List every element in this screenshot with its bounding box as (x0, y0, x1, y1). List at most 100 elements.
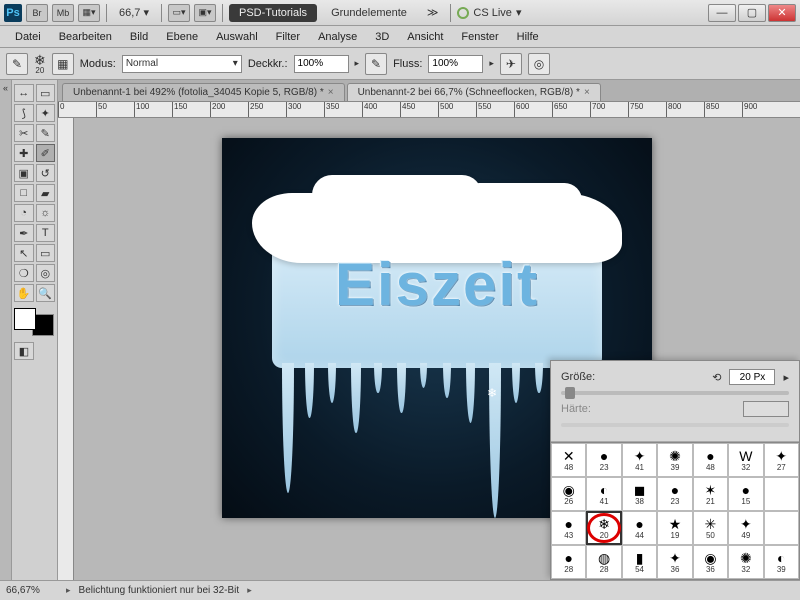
brush-preview-icon[interactable]: ❄ (34, 53, 46, 67)
menu-ansicht[interactable]: Ansicht (400, 28, 450, 46)
brush-preset-cell[interactable]: ✶21 (693, 477, 728, 511)
menu-ebene[interactable]: Ebene (159, 28, 205, 46)
hardness-slider[interactable] (561, 423, 789, 427)
brush-panel-toggle[interactable]: ▦ (52, 53, 74, 75)
flow-input[interactable] (428, 55, 483, 73)
bridge-button[interactable]: Br (26, 4, 48, 22)
lasso-tool[interactable]: ⟆ (14, 104, 34, 122)
brush-preset-cell[interactable]: ▮54 (622, 545, 657, 579)
tool-preset-icon[interactable]: ✎ (6, 53, 28, 75)
eraser-tool[interactable]: □ (14, 184, 34, 202)
type-tool[interactable]: T (36, 224, 56, 242)
heal-tool[interactable]: ✚ (14, 144, 34, 162)
3d-camera-tool[interactable]: ◎ (36, 264, 56, 282)
brush-preset-cell[interactable]: ◐39 (764, 545, 799, 579)
3d-tool[interactable]: ❍ (14, 264, 34, 282)
size-input[interactable] (729, 369, 775, 385)
hardness-input[interactable] (743, 401, 789, 417)
hand-tool[interactable]: ✋ (14, 284, 34, 302)
close-icon[interactable]: × (584, 87, 590, 98)
flyout-icon[interactable]: ▸ (783, 371, 789, 384)
move-tool[interactable]: ↔ (14, 84, 34, 102)
cs-live[interactable]: CS Live▾ (457, 6, 521, 19)
crop-tool[interactable]: ✂ (14, 124, 34, 142)
brush-preset-cell[interactable]: ●43 (551, 511, 586, 545)
reset-icon[interactable]: ⟲ (712, 371, 721, 384)
marquee-tool[interactable]: ▭ (36, 84, 56, 102)
screen-mode-button[interactable]: ▣▾ (194, 4, 216, 22)
blur-tool[interactable]: ◔ (14, 204, 34, 222)
brush-preset-cell[interactable]: ✳50 (693, 511, 728, 545)
menu-bearbeiten[interactable]: Bearbeiten (52, 28, 119, 46)
color-swatch[interactable] (14, 308, 54, 336)
panel-collapse-strip[interactable]: « (0, 80, 12, 580)
opacity-input[interactable] (294, 55, 349, 73)
brush-preset-cell[interactable]: W32 (728, 443, 763, 477)
status-arrow-icon[interactable]: ▸ (247, 585, 252, 596)
zoom-tool[interactable]: 🔍 (36, 284, 56, 302)
menu-hilfe[interactable]: Hilfe (510, 28, 546, 46)
pen-tool[interactable]: ✒ (14, 224, 34, 242)
tablet-pressure-icon[interactable]: ◎ (528, 53, 550, 75)
close-button[interactable]: ✕ (768, 4, 796, 22)
brush-preset-cell[interactable]: ❄20 (586, 511, 621, 545)
menu-bild[interactable]: Bild (123, 28, 155, 46)
maximize-button[interactable]: ▢ (738, 4, 766, 22)
path-select-tool[interactable]: ↖ (14, 244, 34, 262)
brush-preset-cell[interactable]: ●48 (693, 443, 728, 477)
menu-filter[interactable]: Filter (269, 28, 307, 46)
brush-preset-cell[interactable]: ●44 (622, 511, 657, 545)
shape-tool[interactable]: ▭ (36, 244, 56, 262)
close-icon[interactable]: × (328, 87, 334, 98)
menu-analyse[interactable]: Analyse (311, 28, 364, 46)
workspace-more[interactable]: ≫ (421, 6, 445, 19)
menu-3d[interactable]: 3D (368, 28, 396, 46)
brush-preset-cell[interactable]: ✕48 (551, 443, 586, 477)
brush-preset-cell[interactable]: ●28 (551, 545, 586, 579)
brush-preset-cell[interactable]: ★19 (657, 511, 692, 545)
history-brush-tool[interactable]: ↺ (36, 164, 56, 182)
brush-preset-cell[interactable]: ◐41 (586, 477, 621, 511)
brush-preset-cell[interactable]: ●23 (586, 443, 621, 477)
brush-tool[interactable]: ✐ (36, 144, 56, 162)
doc-tab-1[interactable]: Unbenannt-1 bei 492% (fotolia_34045 Kopi… (62, 83, 345, 101)
workspace-tab[interactable]: Grundelemente (321, 4, 417, 22)
eyedropper-tool[interactable]: ✎ (36, 124, 56, 142)
opacity-pressure-icon[interactable]: ✎ (365, 53, 387, 75)
status-zoom[interactable]: 66,67% (6, 585, 58, 596)
doc-tab-2[interactable]: Unbenannt-2 bei 66,7% (Schneeflocken, RG… (347, 83, 601, 101)
brush-preset-cell[interactable]: ✦41 (622, 443, 657, 477)
menu-auswahl[interactable]: Auswahl (209, 28, 265, 46)
airbrush-icon[interactable]: ✈ (500, 53, 522, 75)
brush-preset-cell[interactable]: ✦36 (657, 545, 692, 579)
canvas-viewport[interactable]: Eiszeit ❄ Größe: ⟲ ▸ (74, 118, 800, 580)
modus-dropdown[interactable]: Normal▾ (122, 55, 242, 73)
brush-preset-cell[interactable]: ◉36 (693, 545, 728, 579)
gradient-tool[interactable]: ▰ (36, 184, 56, 202)
quickmask-tool[interactable]: ◧ (14, 342, 34, 360)
stamp-tool[interactable]: ▣ (14, 164, 34, 182)
minimize-button[interactable]: — (708, 4, 736, 22)
brush-preset-cell[interactable]: ◉26 (551, 477, 586, 511)
size-slider[interactable] (561, 391, 789, 395)
menu-datei[interactable]: Datei (8, 28, 48, 46)
wand-tool[interactable]: ✦ (36, 104, 56, 122)
brush-preset-cell[interactable]: ✦27 (764, 443, 799, 477)
zoom-display[interactable]: 66,7 ▾ (113, 6, 155, 19)
brush-preset-cell[interactable]: ✺32 (728, 545, 763, 579)
status-arrow-icon[interactable]: ▸ (66, 585, 71, 596)
brush-preset-cell[interactable]: ◼38 (622, 477, 657, 511)
layout-button[interactable]: ▦▾ (78, 4, 100, 22)
view-extras-button[interactable]: ▭▾ (168, 4, 190, 22)
brush-preset-cell[interactable]: ◍28 (586, 545, 621, 579)
menu-fenster[interactable]: Fenster (454, 28, 505, 46)
brush-preset-cell[interactable] (764, 511, 799, 545)
brush-preset-cell[interactable]: ●15 (728, 477, 763, 511)
brush-preset-cell[interactable]: ✺39 (657, 443, 692, 477)
workspace-tab-active[interactable]: PSD-Tutorials (229, 4, 317, 22)
brush-preset-cell[interactable]: ✦49 (728, 511, 763, 545)
brush-preset-cell[interactable]: ●23 (657, 477, 692, 511)
dodge-tool[interactable]: ☼ (36, 204, 56, 222)
brush-preset-cell[interactable] (764, 477, 799, 511)
minibridge-button[interactable]: Mb (52, 4, 74, 22)
